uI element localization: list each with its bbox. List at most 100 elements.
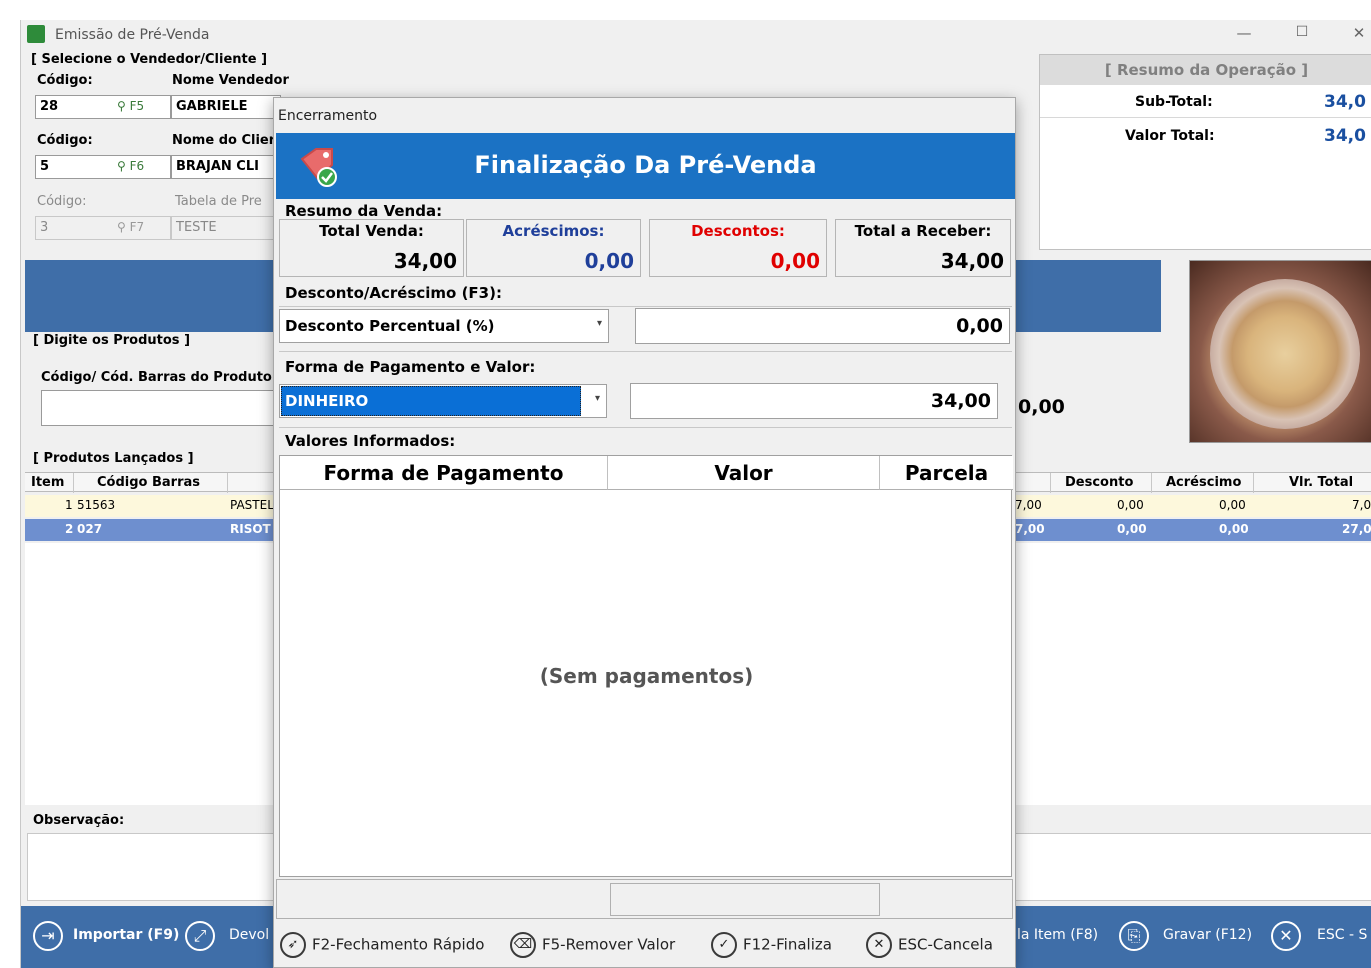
cliente-search-icon[interactable]: ⚲ F6 xyxy=(117,159,144,173)
total-label: Valor Total: xyxy=(1125,128,1215,144)
esc-sair-label: ESC - S xyxy=(1317,927,1368,943)
selecao-group-title: [ Selecione o Vendedor/Cliente ] xyxy=(31,52,268,67)
cancela-button[interactable]: ✕ ESC-Cancela xyxy=(866,932,993,966)
cliente-key: F6 xyxy=(129,159,145,173)
col-codigo-barras[interactable]: Código Barras xyxy=(97,475,200,490)
product-photo xyxy=(1189,260,1371,443)
remover-valor-button[interactable]: ⌫ F5-Remover Valor xyxy=(510,932,675,966)
total-receber-label: Total a Receber: xyxy=(854,222,992,240)
row-total: 7,0 xyxy=(1352,498,1371,512)
total-venda-label: Total Venda: xyxy=(319,222,424,240)
chevron-down-icon: ▾ xyxy=(596,318,602,329)
informados-label: Valores Informados: xyxy=(285,432,456,450)
finaliza-label: F12-Finaliza xyxy=(743,935,832,954)
row-description: PASTEL xyxy=(230,498,274,512)
desconto-label: Desconto/Acréscimo (F3): xyxy=(285,284,502,302)
dialog-heading: Finalização Da Pré-Venda xyxy=(474,151,817,179)
descontos-value: 0,00 xyxy=(770,249,820,273)
col-acrescimo[interactable]: Acréscimo xyxy=(1166,475,1241,490)
descontos-label: Descontos: xyxy=(691,222,785,240)
fechamento-rapido-button[interactable]: ➶ F2-Fechamento Rápido xyxy=(280,932,484,966)
app-icon xyxy=(27,25,45,43)
cliente-code-label: Código: xyxy=(37,133,93,148)
row-item: 2 xyxy=(65,522,74,536)
gravar-label: Gravar (F12) xyxy=(1163,927,1253,943)
total-venda-box: Total Venda: 34,00 xyxy=(279,219,464,277)
fechamento-label: F2-Fechamento Rápido xyxy=(312,935,485,954)
save-icon: ⎘ xyxy=(1119,921,1149,951)
resumo-title: [ Resumo da Operação ] xyxy=(1040,55,1371,85)
resumo-divider xyxy=(1040,117,1371,118)
row-qty: 7,00 xyxy=(1015,522,1045,536)
dialog-header: Finalização Da Pré-Venda xyxy=(276,133,1015,199)
row-desconto: 0,00 xyxy=(1117,522,1147,536)
desconto-valor-input[interactable]: 0,00 xyxy=(635,308,1010,344)
forma-pagamento-value: DINHEIRO xyxy=(285,392,369,410)
col-vlr-total[interactable]: Vlr. Total xyxy=(1289,475,1353,490)
empty-state-text: (Sem pagamentos) xyxy=(539,664,754,688)
esc-sair-button[interactable]: ✕ ESC - S xyxy=(1267,906,1371,968)
row-barcode: 51563 xyxy=(77,498,116,512)
cliente-name-field[interactable]: BRAJAN CLI xyxy=(171,155,281,179)
row-acrescimo: 0,00 xyxy=(1219,522,1249,536)
row-qty: 7,00 xyxy=(1015,498,1042,512)
produtos-group-title: [ Digite os Produtos ] xyxy=(33,333,191,348)
return-icon: ⤢ xyxy=(185,921,215,951)
subtotal-label: Sub-Total: xyxy=(1135,94,1213,110)
cancela-item-button[interactable]: la Item (F8) xyxy=(1017,906,1112,968)
col-valor[interactable]: Valor xyxy=(608,456,880,490)
minimize-button[interactable]: — xyxy=(1224,24,1264,46)
grid-divider xyxy=(1151,473,1152,493)
tabela-name-label: Tabela de Pre xyxy=(175,194,262,209)
produto-code-input[interactable] xyxy=(41,390,281,426)
produto-behind-value: 0,00 xyxy=(1018,396,1065,418)
close-button[interactable]: ✕ xyxy=(1339,24,1371,46)
vendedor-code-field[interactable]: 28 xyxy=(35,95,171,119)
pagamento-label: Forma de Pagamento e Valor: xyxy=(285,358,536,376)
pagamento-valor-input[interactable]: 34,00 xyxy=(630,383,998,419)
tabela-code-value: 3 xyxy=(40,220,49,235)
vendedor-search-icon[interactable]: ⚲ F5 xyxy=(117,99,144,113)
tabela-name-field: TESTE xyxy=(171,216,281,240)
tabela-code-label: Código: xyxy=(37,194,87,209)
devolucao-button[interactable]: ⤢ Devol xyxy=(181,906,281,968)
col-desconto[interactable]: Desconto xyxy=(1065,475,1133,490)
vendedor-name-label: Nome Vendedor xyxy=(172,73,289,88)
vendedor-name-field[interactable]: GABRIELE xyxy=(171,95,281,119)
encerramento-dialog: Encerramento Finalização Da Pré-Venda Re… xyxy=(273,97,1016,968)
grid-divider xyxy=(227,473,228,493)
cliente-code-field[interactable]: 5 xyxy=(35,155,171,179)
cliente-code-value: 5 xyxy=(40,159,50,174)
gravar-button[interactable]: ⎘ Gravar (F12) xyxy=(1115,906,1265,968)
vendedor-code-label: Código: xyxy=(37,73,93,88)
title-bar: Emissão de Pré-Venda — ☐ ✕ xyxy=(21,20,1371,50)
acrescimos-label: Acréscimos: xyxy=(502,222,605,240)
payments-table: Forma de Pagamento Valor Parcela (Sem pa… xyxy=(279,455,1013,877)
maximize-button[interactable]: ☐ xyxy=(1282,24,1322,46)
resumo-venda-label: Resumo da Venda: xyxy=(285,202,443,220)
produto-code-label: Código/ Cód. Barras do Produto xyxy=(41,370,272,385)
vendedor-code-value: 28 xyxy=(40,99,59,114)
col-forma-pagamento[interactable]: Forma de Pagamento xyxy=(280,456,608,490)
forma-pagamento-select[interactable]: DINHEIRO ▾ xyxy=(279,384,607,418)
row-description: RISOT xyxy=(230,522,271,536)
col-parcela[interactable]: Parcela xyxy=(880,456,1013,490)
dialog-status-bar xyxy=(276,879,1013,919)
lancados-group-title: [ Produtos Lançados ] xyxy=(33,451,194,466)
desconto-tipo-select[interactable]: Desconto Percentual (%) ▾ xyxy=(279,309,609,343)
row-acrescimo: 0,00 xyxy=(1219,498,1246,512)
resumo-panel: [ Resumo da Operação ] Sub-Total: 34,0 V… xyxy=(1039,54,1371,250)
status-panel xyxy=(610,883,880,916)
acrescimos-value: 0,00 xyxy=(584,249,634,273)
grid-divider xyxy=(1050,473,1051,493)
col-item[interactable]: Item xyxy=(31,475,64,490)
finaliza-button[interactable]: ✓ F12-Finaliza xyxy=(711,932,832,966)
grid-divider xyxy=(73,473,74,493)
divider xyxy=(279,306,1012,307)
total-value: 34,0 xyxy=(1324,126,1366,146)
row-barcode: 027 xyxy=(77,522,103,536)
close-circle-icon: ✕ xyxy=(866,932,892,958)
importar-button[interactable]: ⇥ Importar (F9) xyxy=(29,906,179,968)
total-receber-value: 34,00 xyxy=(940,249,1004,273)
cancela-label: ESC-Cancela xyxy=(898,935,993,954)
